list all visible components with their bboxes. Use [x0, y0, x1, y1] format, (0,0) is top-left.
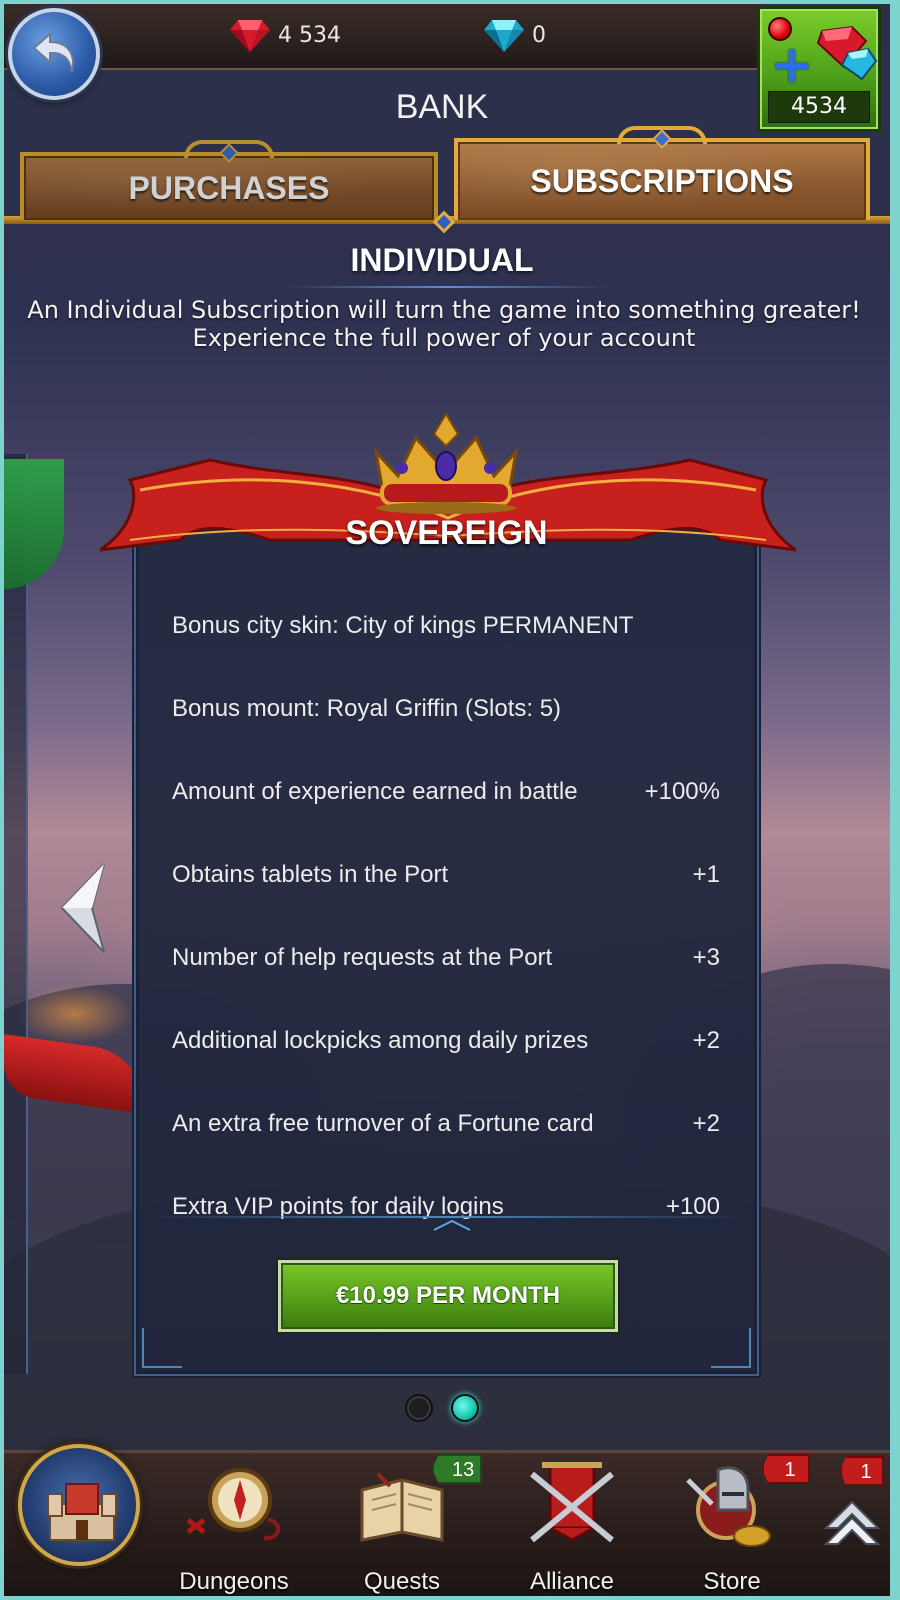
nav-store-label: Store	[703, 1568, 761, 1595]
benefit-row: Obtains tablets in the Port +1	[172, 833, 720, 916]
previous-arrow-icon[interactable]	[60, 862, 108, 954]
benefit-value: +100%	[644, 777, 720, 805]
back-button[interactable]	[8, 8, 100, 100]
section-title: INDIVIDUAL	[350, 242, 534, 278]
nav-dungeons-label: Dungeons	[179, 1568, 289, 1595]
benefit-row: Number of help requests at the Port +3	[172, 916, 720, 999]
ruby-balance: 4 534	[230, 18, 341, 52]
ruby-icon	[230, 20, 270, 52]
benefit-label: Additional lockpicks among daily prizes	[172, 1026, 589, 1054]
benefit-row: Extra VIP points for daily logins +100	[172, 1165, 720, 1248]
city-button[interactable]	[18, 1444, 140, 1566]
benefit-row: Amount of experience earned in battle +1…	[172, 750, 720, 833]
castle-icon	[47, 1483, 117, 1541]
app-frame: 4 534 0 + 4534 BANK PURCHASES SUBSCRIPTI…	[0, 0, 900, 1600]
card-corner-ornament	[142, 1328, 182, 1368]
tab-subscriptions[interactable]: SUBSCRIPTIONS	[454, 126, 870, 220]
benefit-value: +1	[692, 860, 720, 888]
buy-gems-button[interactable]: + 4534	[757, 6, 881, 132]
tab-purchases-label: PURCHASES	[128, 169, 330, 206]
more-badge: 1	[840, 1456, 884, 1486]
nav-alliance-label: Alliance	[529, 1568, 615, 1595]
background-fire	[14, 984, 134, 1044]
nav-quests-label: Quests	[363, 1568, 441, 1595]
crown-icon	[373, 412, 519, 514]
benefit-value: +2	[692, 1026, 720, 1054]
pager-dot-active[interactable]	[451, 1394, 479, 1422]
nav-alliance[interactable]: Alliance	[502, 1454, 642, 1596]
benefit-label: Number of help requests at the Port	[172, 943, 553, 971]
benefit-value: +2	[692, 1109, 720, 1137]
page-title: BANK	[395, 88, 489, 126]
section-description-line: An Individual Subscription will turn the…	[27, 296, 861, 324]
benefit-row: Additional lockpicks among daily prizes …	[172, 999, 720, 1082]
pager-dot[interactable]	[405, 1394, 433, 1422]
ruby-amount: 4 534	[278, 22, 341, 48]
banner-icon	[530, 1462, 614, 1543]
shop-gem-count: 4534	[768, 91, 870, 123]
sapphire-icon	[484, 20, 524, 52]
section-divider	[284, 286, 614, 288]
compass-icon	[186, 1468, 280, 1541]
benefit-label: Bonus mount: Royal Griffin (Slots: 5)	[172, 694, 562, 722]
gems-stack-icon	[816, 25, 878, 81]
subscribe-button[interactable]: €10.99 PER MONTH	[278, 1260, 618, 1332]
green-ribbon-decoration	[4, 459, 64, 589]
benefit-row: An extra free turnover of a Fortune card…	[172, 1082, 720, 1165]
benefit-value: +3	[692, 943, 720, 971]
store-badge: 1	[762, 1454, 810, 1484]
benefit-row: Bonus mount: Royal Griffin (Slots: 5)	[172, 667, 720, 750]
benefit-label: Bonus city skin: City of kings PERMANENT	[172, 611, 634, 639]
tab-purchases[interactable]: PURCHASES	[20, 140, 438, 220]
tier-name: SOVEREIGN	[345, 514, 548, 552]
benefit-label: An extra free turnover of a Fortune card	[172, 1109, 594, 1137]
card-corner-ornament	[711, 1328, 751, 1368]
benefit-label: Obtains tablets in the Port	[172, 860, 449, 888]
sapphire-amount: 0	[532, 22, 546, 48]
tab-subscriptions-label: SUBSCRIPTIONS	[530, 162, 794, 199]
previous-card-peek[interactable]	[4, 454, 28, 1374]
chevron-up-icon[interactable]	[432, 1218, 472, 1232]
section-description-line: Experience the full power of your accoun…	[192, 324, 696, 352]
benefits-list: Bonus city skin: City of kings PERMANENT…	[172, 584, 720, 1248]
quests-badge: 13	[432, 1454, 482, 1484]
nav-dungeons[interactable]: Dungeons	[164, 1454, 304, 1596]
back-arrow-icon	[32, 31, 74, 73]
benefit-label: Amount of experience earned in battle	[172, 777, 578, 805]
sapphire-balance: 0	[484, 18, 546, 52]
top-bar: 4 534 0	[4, 4, 764, 70]
benefit-row: Bonus city skin: City of kings PERMANENT	[172, 584, 720, 667]
plus-icon: +	[770, 35, 814, 95]
card-pager	[4, 1394, 880, 1422]
section-description: An Individual Subscription will turn the…	[12, 296, 876, 352]
expand-up-icon[interactable]	[822, 1488, 882, 1548]
